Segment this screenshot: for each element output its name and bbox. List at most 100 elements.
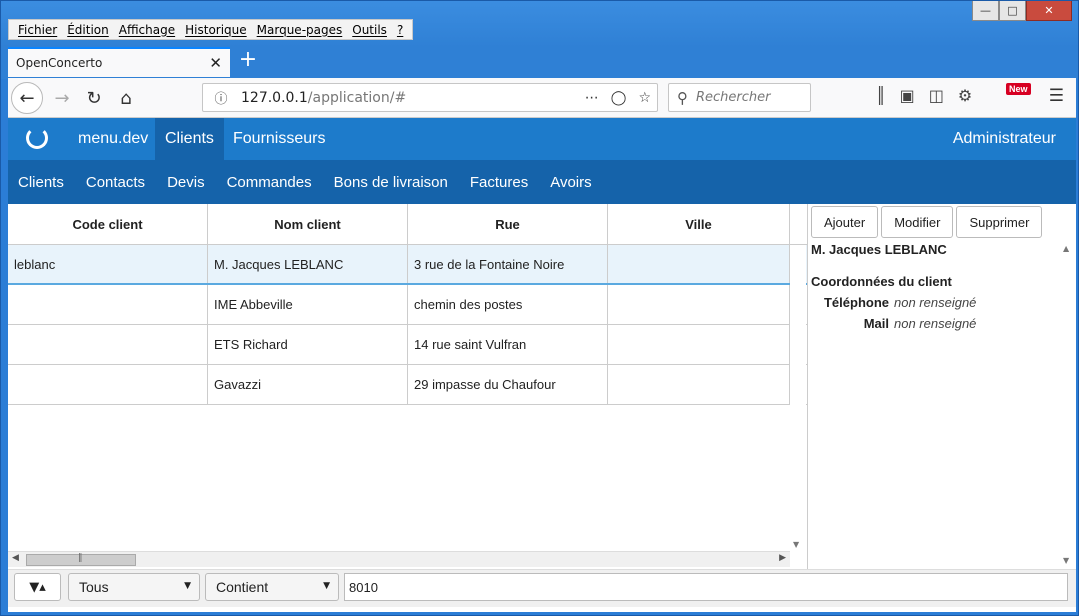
grip-icon: ‖: [78, 553, 83, 563]
url-path: /application/#: [307, 89, 407, 106]
close-window-icon[interactable]: ✕: [1026, 1, 1072, 21]
sub-nav-contacts[interactable]: Contacts: [86, 174, 145, 191]
sub-nav-clients[interactable]: Clients: [18, 174, 64, 191]
reader-icon[interactable]: ▣: [900, 86, 915, 105]
scroll-down-icon[interactable]: ▼: [1063, 556, 1069, 565]
library-icon[interactable]: ║: [876, 86, 886, 105]
scroll-right-icon[interactable]: ▶: [779, 553, 786, 563]
column-header-ville[interactable]: Ville: [608, 204, 790, 244]
scroll-left-icon[interactable]: ◀: [12, 553, 19, 563]
bookmark-star-icon[interactable]: ☆: [638, 90, 651, 106]
clients-table: Code client Nom client Rue Ville leblanc…: [8, 204, 808, 569]
extension-icon[interactable]: ⚙: [958, 86, 972, 105]
main-content: Code client Nom client Rue Ville leblanc…: [8, 204, 1076, 612]
section-title: Coordonnées du client: [811, 274, 952, 289]
chevron-down-icon: ▼: [323, 581, 330, 591]
mode-value: Contient: [216, 579, 269, 595]
cell-ville: [608, 365, 790, 404]
chevron-down-icon: ▼: [184, 581, 191, 591]
url-host: 127.0.0.1: [241, 89, 308, 106]
scroll-up-icon[interactable]: ▲: [1063, 244, 1069, 253]
cell-rue: chemin des postes: [408, 285, 608, 324]
toolbar-icons: ║ ▣ ◫ ⚙: [876, 86, 972, 105]
back-icon[interactable]: ←: [11, 82, 43, 114]
minimize-icon[interactable]: —: [972, 1, 999, 21]
client-name: M. Jacques LEBLANC: [811, 242, 947, 257]
menu-outils[interactable]: Outils: [347, 23, 392, 37]
info-icon[interactable]: ⓘ: [209, 88, 233, 107]
top-nav-menu-dev[interactable]: menu.dev: [68, 118, 158, 160]
menu-edition[interactable]: Édition: [62, 23, 114, 37]
cell-code-client: [8, 285, 208, 324]
filter-icon[interactable]: ▼▴: [14, 573, 61, 601]
tab-strip: OpenConcerto ✕ +: [1, 47, 1078, 79]
detail-body: M. Jacques LEBLANC Coordonnées du client…: [811, 242, 1059, 337]
filter-input[interactable]: 8010: [344, 573, 1068, 601]
page-actions-icon[interactable]: ⋯: [585, 90, 599, 106]
app-top-nav: menu.dev Clients Fournisseurs Administra…: [8, 118, 1076, 160]
menu-bar: Fichier Édition Affichage Historique Mar…: [8, 19, 414, 40]
scroll-down-icon[interactable]: ▼: [793, 540, 799, 549]
table-row[interactable]: ETS Richard 14 rue saint Vulfran: [8, 325, 807, 365]
menu-fichier[interactable]: Fichier: [13, 23, 62, 37]
column-header-nom-client[interactable]: Nom client: [208, 204, 408, 244]
app-logo-icon[interactable]: [26, 127, 48, 149]
titlebar: Fichier Édition Affichage Historique Mar…: [1, 1, 1078, 47]
table-row[interactable]: Gavazzi 29 impasse du Chaufour: [8, 365, 807, 405]
cell-nom-client: ETS Richard: [208, 325, 408, 364]
browser-tab[interactable]: OpenConcerto ✕: [8, 47, 230, 77]
top-nav-clients[interactable]: Clients: [155, 118, 224, 160]
delete-button[interactable]: Supprimer: [956, 206, 1043, 238]
table-row[interactable]: leblanc M. Jacques LEBLANC 3 rue de la F…: [8, 245, 807, 285]
menu-marque-pages[interactable]: Marque-pages: [252, 23, 348, 37]
tab-title: OpenConcerto: [16, 56, 103, 70]
forward-icon[interactable]: →: [46, 82, 78, 114]
scope-select[interactable]: Tous ▼: [68, 573, 200, 601]
menu-help[interactable]: ?: [392, 23, 408, 37]
detail-pane: Ajouter Modifier Supprimer M. Jacques LE…: [808, 204, 1076, 569]
add-button[interactable]: Ajouter: [811, 206, 879, 238]
menu-affichage[interactable]: Affichage: [114, 23, 180, 37]
sub-nav-commandes[interactable]: Commandes: [227, 174, 312, 191]
pocket-icon[interactable]: ◯: [611, 90, 627, 106]
table-header: Code client Nom client Rue Ville: [8, 204, 807, 245]
field-label: Mail: [863, 316, 889, 331]
window-controls: — □ ✕: [972, 1, 1072, 21]
top-nav-fournisseurs[interactable]: Fournisseurs: [223, 118, 335, 160]
url-bar[interactable]: ⓘ 127.0.0.1/application/# ⋯ ◯ ☆: [202, 83, 658, 112]
edit-button[interactable]: Modifier: [881, 206, 954, 238]
new-tab-icon[interactable]: +: [237, 49, 259, 73]
column-header-code-client[interactable]: Code client: [8, 204, 208, 244]
field-value: non renseigné: [894, 295, 977, 310]
detail-row-telephone: Téléphone non renseigné: [811, 295, 1059, 310]
scope-value: Tous: [79, 579, 109, 595]
field-label: Téléphone: [823, 295, 889, 310]
table-vertical-scrollbar[interactable]: ▼: [790, 245, 806, 551]
sidebar-icon[interactable]: ◫: [929, 86, 944, 105]
sub-nav-avoirs[interactable]: Avoirs: [550, 174, 591, 191]
mode-select[interactable]: Contient ▼: [205, 573, 339, 601]
detail-row-mail: Mail non renseigné: [811, 316, 1059, 331]
column-header-rue[interactable]: Rue: [408, 204, 608, 244]
cell-rue: 14 rue saint Vulfran: [408, 325, 608, 364]
reload-icon[interactable]: ↻: [78, 82, 110, 114]
url-text: 127.0.0.1/application/#: [241, 90, 406, 106]
sub-nav-devis[interactable]: Devis: [167, 174, 205, 191]
table-horizontal-scrollbar[interactable]: ◀ ‖ ▶: [8, 551, 790, 567]
menu-historique[interactable]: Historique: [180, 23, 252, 37]
detail-toolbar: Ajouter Modifier Supprimer: [811, 206, 1043, 238]
menu-icon[interactable]: ☰: [1049, 86, 1064, 106]
sub-nav-factures[interactable]: Factures: [470, 174, 528, 191]
search-placeholder: Rechercher: [696, 90, 771, 105]
detail-vertical-scrollbar[interactable]: ▲ ▼: [1060, 242, 1076, 567]
new-badge[interactable]: New: [1006, 83, 1031, 95]
sub-nav-bons-de-livraison[interactable]: Bons de livraison: [334, 174, 448, 191]
table-row[interactable]: IME Abbeville chemin des postes: [8, 285, 807, 325]
cell-nom-client: M. Jacques LEBLANC: [208, 245, 408, 283]
home-icon[interactable]: ⌂: [110, 82, 142, 114]
maximize-icon[interactable]: □: [999, 1, 1026, 21]
cell-code-client: [8, 325, 208, 364]
close-tab-icon[interactable]: ✕: [209, 54, 222, 72]
search-field[interactable]: ⚲ Rechercher: [668, 83, 811, 112]
user-menu[interactable]: Administrateur: [953, 118, 1056, 160]
